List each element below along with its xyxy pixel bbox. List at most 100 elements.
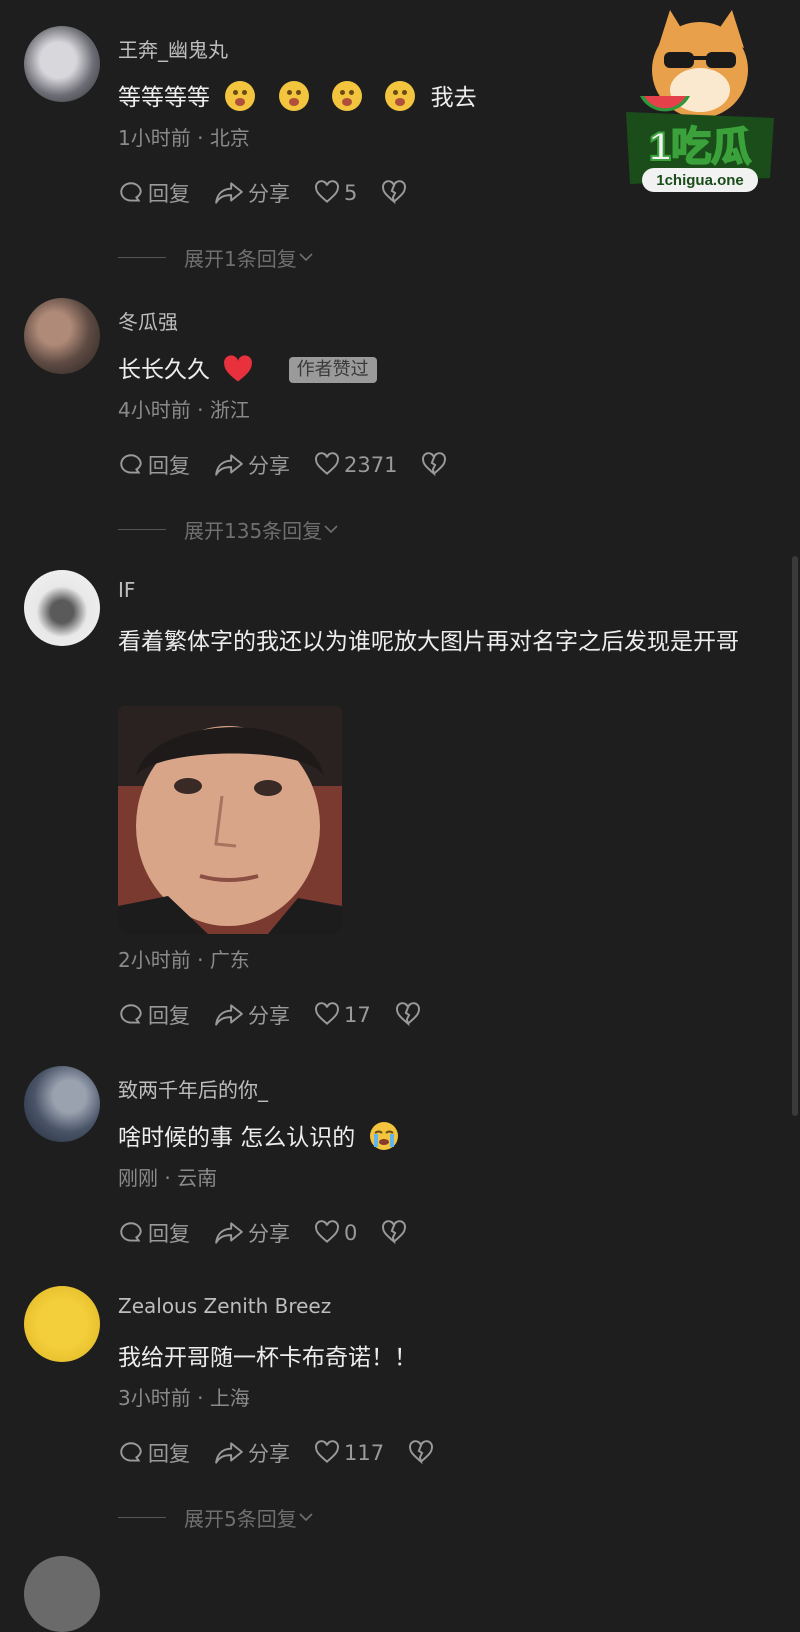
comment-location: 广东: [209, 948, 250, 972]
chevron-down-icon: [299, 253, 313, 262]
divider-line: [118, 528, 166, 530]
like-count: 5: [344, 181, 358, 205]
comment-text-body: 看着繁体字的我还以为谁呢放大图片再对名字之后发现是开哥: [118, 629, 739, 655]
comment-location: 云南: [177, 1166, 218, 1190]
broken-heart-icon: [395, 1002, 420, 1027]
reply-bubble-icon: [120, 1004, 142, 1024]
meta-separator: ·: [197, 126, 210, 150]
reply-button[interactable]: 回复: [118, 1000, 190, 1030]
divider-line: [118, 256, 166, 258]
heart-outline-icon: [315, 1440, 339, 1463]
reply-button[interactable]: 回复: [118, 1218, 190, 1248]
comment-username[interactable]: Zealous Zenith Breez: [118, 1294, 331, 1318]
comment-time: 4小时前: [118, 398, 191, 422]
dislike-button[interactable]: [395, 1002, 425, 1028]
share-arrow-icon: [215, 454, 243, 476]
comment-actions: 回复 分享 17: [118, 998, 449, 1032]
like-button[interactable]: 117: [314, 1440, 384, 1466]
reply-button[interactable]: 回复: [118, 450, 190, 480]
share-button[interactable]: 分享: [214, 178, 290, 208]
like-button[interactable]: 0: [314, 1220, 357, 1246]
reply-bubble-icon: [120, 1442, 142, 1462]
comment-meta: 1小时前 · 北京: [118, 122, 250, 151]
heart-outline-icon: [315, 1220, 339, 1243]
dislike-button[interactable]: [381, 180, 411, 206]
like-count: 117: [344, 1441, 385, 1465]
share-arrow-icon: [215, 182, 243, 204]
dislike-button[interactable]: [381, 1220, 411, 1246]
comment-meta: 2小时前 · 广东: [118, 944, 250, 973]
comment-username[interactable]: IF: [118, 578, 135, 602]
meta-separator: ·: [164, 1166, 178, 1190]
heart-outline-icon: [315, 1002, 339, 1025]
reply-button[interactable]: 回复: [118, 1438, 190, 1468]
share-button[interactable]: 分享: [214, 450, 290, 480]
like-count: 0: [344, 1221, 358, 1245]
comment-actions: 回复 分享 5: [118, 176, 435, 210]
comment-text: 长长久久 作者赞过: [118, 348, 760, 392]
comment-text: 我给开哥随一杯卡布奇诺！！: [118, 1336, 760, 1380]
comment-actions: 回复 分享 0: [118, 1216, 435, 1250]
reply-bubble-icon: [120, 1222, 142, 1242]
red-heart-emoji-icon: [224, 355, 253, 382]
broken-heart-icon: [382, 180, 407, 205]
share-label: 分享: [248, 182, 290, 206]
comment-image[interactable]: [118, 706, 342, 934]
dislike-button[interactable]: [421, 452, 451, 478]
broken-heart-icon: [382, 1220, 407, 1245]
hushed-face-emoji-icon: [225, 81, 256, 111]
scrollbar[interactable]: [792, 556, 798, 1116]
comment-username[interactable]: 王奔_幽鬼丸: [118, 34, 228, 63]
expand-replies-button[interactable]: 展开135条回复: [118, 514, 340, 544]
expand-replies-label: 展开1条回复: [184, 246, 297, 271]
dislike-button[interactable]: [408, 1440, 438, 1466]
like-button[interactable]: 5: [314, 180, 357, 206]
comment-text-end: 我去: [430, 85, 477, 111]
reply-bubble-icon: [120, 454, 142, 474]
comment-location: 上海: [209, 1386, 250, 1410]
expand-replies-button[interactable]: 展开1条回复: [118, 242, 315, 272]
comment-time: 3小时前: [118, 1386, 191, 1410]
share-label: 分享: [248, 454, 290, 478]
like-count: 2371: [344, 453, 398, 477]
comment-text: 啥时候的事 怎么认识的: [118, 1116, 760, 1160]
comment-username[interactable]: 致两千年后的你_: [118, 1074, 268, 1103]
comment-meta: 3小时前 · 上海: [118, 1382, 250, 1411]
comment-text-body: 长长久久: [118, 357, 210, 383]
comment-time: 刚刚: [118, 1166, 158, 1190]
reply-label: 回复: [148, 1442, 190, 1466]
expand-replies-button[interactable]: 展开5条回复: [118, 1502, 315, 1532]
like-button[interactable]: 2371: [314, 452, 397, 478]
avatar[interactable]: [24, 1066, 100, 1142]
comment-username[interactable]: 冬瓜强: [118, 306, 178, 335]
avatar[interactable]: [24, 26, 100, 102]
comment-text: 看着繁体字的我还以为谁呢放大图片再对名字之后发现是开哥: [118, 620, 760, 664]
reply-button[interactable]: 回复: [118, 178, 190, 208]
broken-heart-icon: [409, 1440, 434, 1465]
avatar[interactable]: [24, 1556, 100, 1632]
comment-meta: 刚刚 · 云南: [118, 1162, 217, 1191]
avatar[interactable]: [24, 1286, 100, 1362]
crying-face-emoji-icon: [369, 1122, 398, 1150]
meta-separator: ·: [197, 948, 210, 972]
share-button[interactable]: 分享: [214, 1438, 290, 1468]
logo-domain: 1chigua.one: [656, 172, 744, 189]
comment-meta: 4小时前 · 浙江: [118, 394, 250, 423]
share-label: 分享: [248, 1442, 290, 1466]
expand-replies-label: 展开135条回复: [184, 518, 323, 543]
like-button[interactable]: 17: [314, 1002, 371, 1028]
share-arrow-icon: [215, 1004, 243, 1026]
share-button[interactable]: 分享: [214, 1218, 290, 1248]
avatar[interactable]: [24, 298, 100, 374]
chevron-down-icon: [324, 525, 338, 534]
comment-actions: 回复 分享 2371: [118, 448, 475, 482]
like-count: 17: [344, 1003, 371, 1027]
reply-label: 回复: [148, 1004, 190, 1028]
share-arrow-icon: [215, 1222, 243, 1244]
share-button[interactable]: 分享: [214, 1000, 290, 1030]
meta-separator: ·: [197, 398, 210, 422]
comment-time: 1小时前: [118, 126, 191, 150]
expand-replies-label: 展开5条回复: [184, 1506, 297, 1531]
avatar[interactable]: [24, 570, 100, 646]
logo-title: 1吃瓜: [649, 125, 751, 169]
